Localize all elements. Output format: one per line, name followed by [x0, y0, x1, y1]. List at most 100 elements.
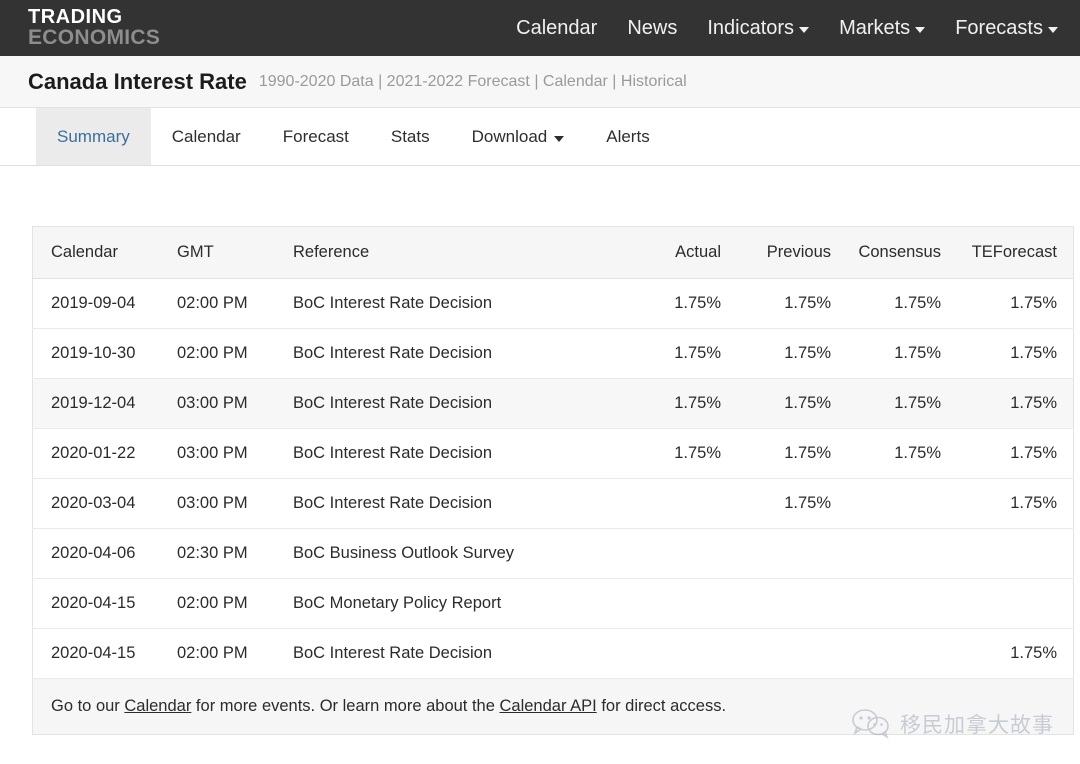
economic-calendar-table: Calendar GMT Reference Actual Previous C…	[32, 226, 1074, 735]
primary-nav: Calendar News Indicators Markets Forecas…	[516, 17, 1058, 40]
tab-label: Summary	[57, 126, 130, 146]
cell-previous: 1.75%	[721, 478, 831, 529]
cell-previous: 1.75%	[721, 378, 831, 429]
cell-previous	[721, 578, 831, 629]
main-content: Calendar GMT Reference Actual Previous C…	[0, 166, 1080, 735]
table-head: Calendar GMT Reference Actual Previous C…	[32, 226, 1074, 279]
footer-calendar-api-link[interactable]: Calendar API	[500, 697, 597, 715]
cell-date: 2020-04-15	[32, 628, 177, 679]
nav-item-label: Markets	[839, 16, 911, 39]
table-row[interactable]: 2020-04-15 02:00 PM BoC Monetary Policy Re…	[32, 578, 1074, 629]
table-footer-cell: Go to our Calendar for more events. Or l…	[32, 678, 1074, 735]
tab-calendar[interactable]: Calendar	[151, 108, 262, 165]
cell-gmt: 03:00 PM	[177, 428, 293, 479]
column-header-gmt[interactable]: GMT	[177, 226, 293, 279]
page-subtitle: 1990-2020 Data | 2021-2022 Forecast | Ca…	[258, 72, 687, 90]
cell-date: 2019-10-30	[32, 328, 177, 379]
cell-teforecast	[941, 528, 1074, 579]
cell-reference: BoC Interest Rate Decision	[293, 478, 611, 529]
nav-item-calendar[interactable]: Calendar	[516, 17, 597, 40]
cell-reference: BoC Interest Rate Decision	[293, 378, 611, 429]
cell-previous	[721, 528, 831, 579]
cell-teforecast: 1.75%	[941, 378, 1074, 429]
cell-teforecast: 1.75%	[941, 278, 1074, 329]
table-header-row: Calendar GMT Reference Actual Previous C…	[32, 226, 1074, 279]
table-row[interactable]: 2020-04-15 02:00 PM BoC Interest Rate Deci…	[32, 628, 1074, 679]
table-row[interactable]: 2020-01-22 03:00 PM BoC Interest Rate Deci…	[32, 428, 1074, 479]
cell-actual	[611, 628, 721, 679]
table-row[interactable]: 2019-10-30 02:00 PM BoC Interest Rate Deci…	[32, 328, 1074, 379]
cell-teforecast: 1.75%	[941, 328, 1074, 379]
cell-date: 2020-01-22	[32, 428, 177, 479]
top-navbar: TRADING ECONOMICS Calendar News Indicato…	[0, 0, 1080, 56]
tab-alerts[interactable]: Alerts	[585, 108, 670, 165]
table-row[interactable]: 2019-12-04 03:00 PM BoC Interest Rate Deci…	[32, 378, 1074, 429]
cell-reference: BoC Interest Rate Decision	[293, 628, 611, 679]
column-header-previous[interactable]: Previous	[721, 226, 831, 279]
cell-gmt: 02:30 PM	[177, 528, 293, 579]
cell-date: 2020-03-04	[32, 478, 177, 529]
cell-gmt: 03:00 PM	[177, 378, 293, 429]
cell-consensus	[831, 478, 941, 529]
table-row[interactable]: 2020-04-06 02:30 PM BoC Business Outlook S…	[32, 528, 1074, 579]
cell-actual: 1.75%	[611, 428, 721, 479]
table-row[interactable]: 2020-03-04 03:00 PM BoC Interest Rate Deci…	[32, 478, 1074, 529]
nav-item-label: Indicators	[707, 16, 795, 39]
cell-actual: 1.75%	[611, 328, 721, 379]
cell-gmt: 02:00 PM	[177, 578, 293, 629]
cell-previous: 1.75%	[721, 428, 831, 479]
chevron-down-icon	[799, 27, 810, 33]
tab-summary[interactable]: Summary	[36, 108, 151, 165]
cell-actual	[611, 478, 721, 529]
tab-label: Stats	[390, 126, 430, 146]
tab-label: Download	[471, 126, 548, 146]
cell-actual	[611, 528, 721, 579]
cell-gmt: 02:00 PM	[177, 328, 293, 379]
nav-item-label: News	[627, 16, 678, 39]
cell-date: 2019-09-04	[32, 278, 177, 329]
cell-consensus	[831, 628, 941, 679]
cell-previous: 1.75%	[721, 328, 831, 379]
tab-label: Forecast	[282, 126, 349, 146]
nav-item-markets[interactable]: Markets	[839, 16, 926, 40]
footer-text-part3: for direct access.	[596, 697, 727, 715]
site-logo[interactable]: TRADING ECONOMICS	[28, 7, 161, 50]
table-foot: Go to our Calendar for more events. Or l…	[32, 678, 1074, 735]
cell-teforecast: 1.75%	[941, 478, 1074, 529]
footer-calendar-link[interactable]: Calendar	[124, 697, 191, 715]
cell-reference: BoC Interest Rate Decision	[293, 428, 611, 479]
section-tabs: Summary Calendar Forecast Stats Download…	[0, 108, 1080, 166]
nav-item-forecasts[interactable]: Forecasts	[955, 17, 1058, 40]
cell-previous	[721, 628, 831, 679]
cell-consensus: 1.75%	[831, 378, 941, 429]
column-header-teforecast[interactable]: TEForecast	[941, 226, 1074, 279]
cell-actual	[611, 578, 721, 629]
logo-line-economics: ECONOMICS	[28, 26, 161, 50]
tab-label: Calendar	[171, 126, 241, 146]
column-header-actual[interactable]: Actual	[611, 226, 721, 279]
nav-item-label: Forecasts	[955, 16, 1043, 39]
column-header-consensus[interactable]: Consensus	[831, 226, 941, 279]
column-header-reference[interactable]: Reference	[293, 226, 611, 279]
table-body: 2019-09-04 02:00 PM BoC Interest Rate Deci…	[32, 278, 1074, 679]
cell-reference: BoC Monetary Policy Report	[293, 578, 611, 629]
cell-consensus: 1.75%	[831, 428, 941, 479]
footer-text-part2: for more events. Or learn more about the	[191, 697, 500, 715]
cell-gmt: 02:00 PM	[177, 628, 293, 679]
table-row[interactable]: 2019-09-04 02:00 PM BoC Interest Rate Deci…	[32, 278, 1074, 329]
tab-stats[interactable]: Stats	[370, 108, 451, 165]
cell-consensus: 1.75%	[831, 328, 941, 379]
nav-item-news[interactable]: News	[627, 17, 677, 40]
cell-consensus	[831, 578, 941, 629]
tab-forecast[interactable]: Forecast	[262, 108, 370, 165]
cell-consensus	[831, 528, 941, 579]
chevron-down-icon	[1048, 27, 1058, 33]
tab-label: Alerts	[606, 126, 650, 146]
nav-item-indicators[interactable]: Indicators	[707, 16, 810, 40]
column-header-calendar[interactable]: Calendar	[32, 226, 177, 279]
cell-date: 2019-12-04	[32, 378, 177, 429]
cell-actual: 1.75%	[611, 378, 721, 429]
cell-gmt: 02:00 PM	[177, 278, 293, 329]
cell-teforecast	[941, 578, 1074, 629]
tab-download[interactable]: Download	[451, 108, 586, 165]
